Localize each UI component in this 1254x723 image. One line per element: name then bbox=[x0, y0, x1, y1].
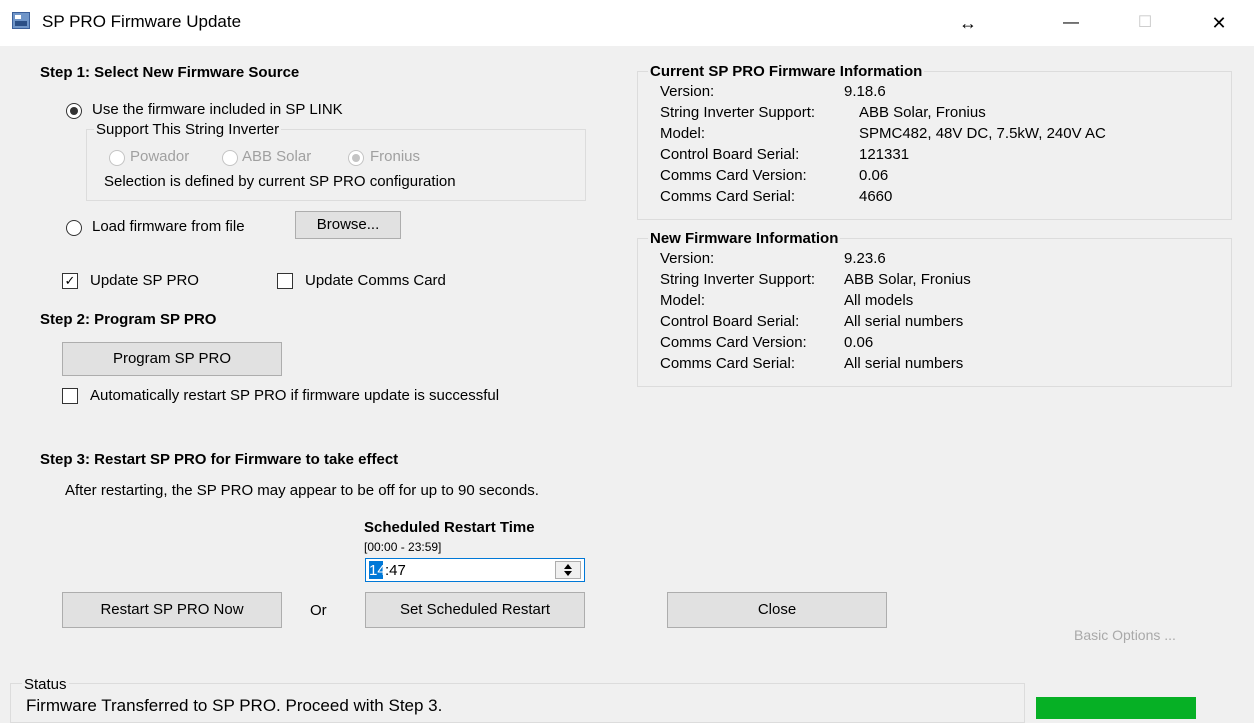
info-value: ABB Solar, Fronius bbox=[859, 104, 986, 121]
new-row-version: Version: 9.23.6 bbox=[660, 250, 1220, 271]
load-file-label: Load firmware from file bbox=[92, 218, 245, 235]
status-message: Firmware Transferred to SP PRO. Proceed … bbox=[26, 696, 443, 715]
inverter-label-abb-solar: ABB Solar bbox=[242, 148, 312, 165]
current-firmware-rows: Version: 9.18.6 String Inverter Support:… bbox=[660, 83, 1220, 209]
inverter-label-powador: Powador bbox=[130, 148, 190, 165]
info-value: 0.06 bbox=[844, 334, 874, 351]
new-row-comms-version: Comms Card Version: 0.06 bbox=[660, 334, 1220, 355]
inverter-radio-abb-solar bbox=[222, 150, 238, 166]
update-sp-pro-label: Update SP PRO bbox=[90, 272, 199, 289]
status-label: Status bbox=[22, 676, 69, 693]
spinner-arrows-icon bbox=[564, 564, 572, 576]
info-value: 121331 bbox=[859, 146, 910, 163]
close-button[interactable]: Close bbox=[667, 592, 887, 628]
maximize-button[interactable]: ☐ bbox=[1122, 6, 1168, 40]
use-included-radio[interactable] bbox=[66, 103, 82, 119]
inverter-label-fronius: Fronius bbox=[370, 148, 421, 165]
time-spinner-buttons[interactable] bbox=[555, 561, 581, 579]
new-firmware-title: New Firmware Information bbox=[648, 230, 841, 247]
inverter-radio-powador bbox=[109, 150, 125, 166]
info-label: Model: bbox=[660, 125, 706, 142]
window-title: SP PRO Firmware Update bbox=[42, 12, 242, 31]
new-row-board-serial: Control Board Serial: All serial numbers bbox=[660, 313, 1220, 334]
info-label: Comms Card Serial: bbox=[660, 355, 796, 372]
new-row-model: Model: All models bbox=[660, 292, 1220, 313]
support-inverter-legend: Support This String Inverter bbox=[94, 121, 282, 138]
info-label: Comms Card Serial: bbox=[660, 188, 796, 205]
step1-heading: Step 1: Select New Firmware Source bbox=[40, 64, 300, 81]
program-sp-pro-button[interactable]: Program SP PRO bbox=[62, 342, 282, 376]
current-row-board-serial: Control Board Serial: 121331 bbox=[660, 146, 1220, 167]
step3-note: After restarting, the SP PRO may appear … bbox=[65, 482, 539, 499]
set-scheduled-restart-button[interactable]: Set Scheduled Restart bbox=[365, 592, 585, 628]
info-value: All serial numbers bbox=[844, 313, 964, 330]
new-row-inverter-support: String Inverter Support: ABB Solar, Fron… bbox=[660, 271, 1220, 292]
support-inverter-group bbox=[86, 129, 586, 201]
use-included-label: Use the firmware included in SP LINK bbox=[92, 101, 343, 118]
current-row-inverter-support: String Inverter Support: ABB Solar, Fron… bbox=[660, 104, 1220, 125]
browse-button[interactable]: Browse... bbox=[295, 211, 401, 239]
info-label: Comms Card Version: bbox=[660, 167, 807, 184]
load-file-radio[interactable] bbox=[66, 220, 82, 236]
info-value: ABB Solar, Fronius bbox=[844, 271, 971, 288]
update-sp-pro-checkbox[interactable]: ✓ bbox=[62, 273, 78, 289]
new-row-comms-serial: Comms Card Serial: All serial numbers bbox=[660, 355, 1220, 376]
info-label: String Inverter Support: bbox=[660, 271, 816, 288]
progress-bar bbox=[1036, 697, 1196, 719]
info-value: All models bbox=[844, 292, 914, 309]
info-label: String Inverter Support: bbox=[660, 104, 816, 121]
step2-heading: Step 2: Program SP PRO bbox=[40, 311, 217, 328]
close-window-button[interactable]: ✕ bbox=[1196, 6, 1242, 40]
auto-restart-checkbox[interactable] bbox=[62, 388, 78, 404]
new-firmware-rows: Version: 9.23.6 String Inverter Support:… bbox=[660, 250, 1220, 376]
app-icon bbox=[12, 12, 30, 29]
current-row-comms-version: Comms Card Version: 0.06 bbox=[660, 167, 1220, 188]
inverter-radio-fronius bbox=[348, 150, 364, 166]
info-label: Comms Card Version: bbox=[660, 334, 807, 351]
basic-options-link[interactable]: Basic Options ... bbox=[1074, 627, 1176, 643]
info-label: Version: bbox=[660, 250, 715, 267]
time-minutes: :47 bbox=[385, 562, 406, 579]
info-label: Control Board Serial: bbox=[660, 313, 800, 330]
minimize-button[interactable]: — bbox=[1048, 6, 1094, 40]
info-value: 9.18.6 bbox=[844, 83, 886, 100]
info-value: 9.23.6 bbox=[844, 250, 886, 267]
current-row-model: Model: SPMC482, 48V DC, 7.5kW, 240V AC bbox=[660, 125, 1220, 146]
resize-icon[interactable]: ↔ bbox=[945, 6, 991, 40]
info-value: All serial numbers bbox=[844, 355, 964, 372]
restart-now-button[interactable]: Restart SP PRO Now bbox=[62, 592, 282, 628]
info-label: Version: bbox=[660, 83, 715, 100]
current-row-version: Version: 9.18.6 bbox=[660, 83, 1220, 104]
or-label: Or bbox=[310, 602, 327, 619]
current-firmware-title: Current SP PRO Firmware Information bbox=[648, 63, 925, 80]
step3-heading: Step 3: Restart SP PRO for Firmware to t… bbox=[40, 451, 399, 468]
info-value: SPMC482, 48V DC, 7.5kW, 240V AC bbox=[859, 125, 1106, 142]
info-value: 0.06 bbox=[859, 167, 889, 184]
time-hours: 14 bbox=[369, 562, 386, 579]
scheduled-restart-range: [00:00 - 23:59] bbox=[364, 540, 442, 554]
auto-restart-label: Automatically restart SP PRO if firmware… bbox=[90, 387, 500, 404]
info-label: Model: bbox=[660, 292, 706, 309]
scheduled-restart-title: Scheduled Restart Time bbox=[364, 519, 535, 536]
update-comms-label: Update Comms Card bbox=[305, 272, 446, 289]
info-value: 4660 bbox=[859, 188, 893, 205]
selection-note: Selection is defined by current SP PRO c… bbox=[104, 173, 456, 190]
current-row-comms-serial: Comms Card Serial: 4660 bbox=[660, 188, 1220, 209]
info-label: Control Board Serial: bbox=[660, 146, 800, 163]
update-comms-checkbox[interactable] bbox=[277, 273, 293, 289]
